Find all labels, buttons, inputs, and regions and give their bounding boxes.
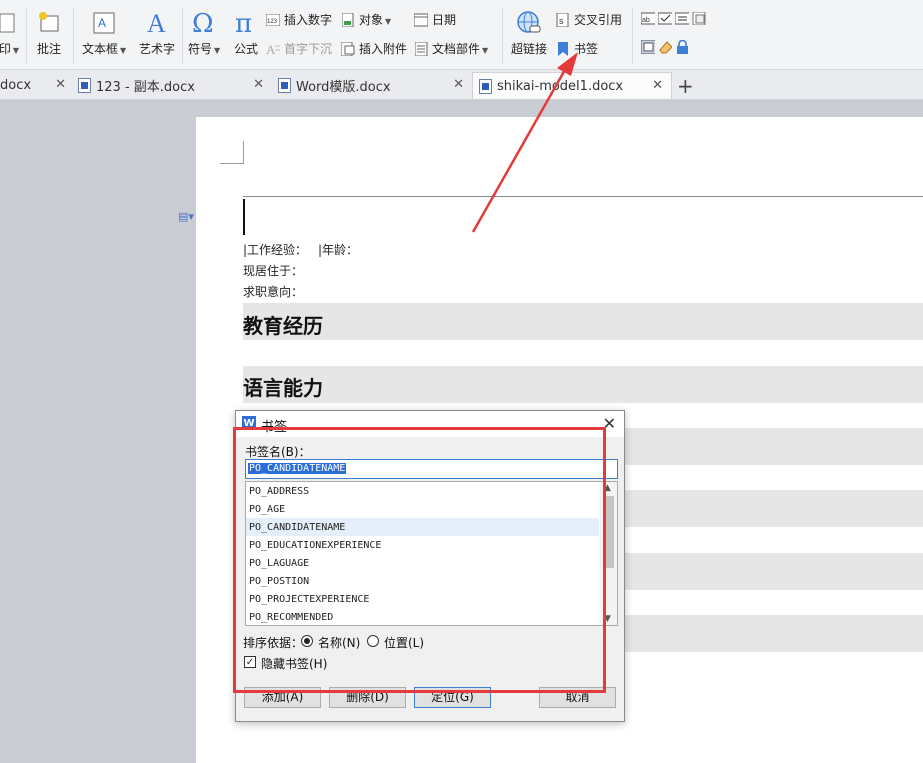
omega-icon: Ω (191, 8, 217, 36)
textbox-icon: A (91, 10, 117, 36)
section-band (243, 366, 923, 403)
doc-parts-icon (414, 41, 428, 56)
field-work-experience[interactable]: |工作经验： (243, 241, 307, 258)
new-tab-icon[interactable]: + (677, 74, 694, 98)
header-rule (243, 196, 923, 197)
form-shading-icon[interactable] (641, 40, 655, 54)
margin-corner (220, 163, 243, 164)
eraser-icon[interactable] (658, 40, 672, 54)
lock-icon[interactable] (675, 40, 689, 54)
word-doc-icon (278, 78, 291, 93)
calendar-icon (414, 13, 428, 27)
form-controls-row: ab (641, 11, 706, 25)
print-button-partial[interactable]: 印 ▼ (0, 10, 22, 57)
paragraph-handle-icon[interactable]: ▤▾ (178, 210, 194, 223)
separator (502, 8, 503, 64)
svg-text:123: 123 (267, 19, 278, 25)
wordart-button[interactable]: A 艺术字 (139, 8, 175, 57)
date-button[interactable]: 日期 (414, 11, 456, 28)
print-icon (0, 10, 22, 36)
ribbon-toolbar: 印 ▼ 批注 A 文本框 ▼ A 艺术字 Ω 符号 ▼ π 公式 123 插入数字 (0, 0, 923, 70)
form-tools-row (641, 40, 689, 54)
globe-link-icon (516, 10, 542, 36)
word-doc-icon (78, 78, 91, 93)
checkbox-field-icon[interactable] (658, 11, 672, 25)
annotation-highlight-box (233, 427, 606, 693)
bookmark-icon (556, 41, 570, 56)
attachment-icon (341, 41, 355, 56)
pi-icon: π (233, 8, 259, 36)
separator (73, 8, 74, 64)
field-age[interactable]: |年龄： (318, 241, 358, 258)
form-options-icon[interactable] (692, 11, 706, 25)
svg-text:s: s (559, 16, 564, 26)
drop-cap-icon: A (266, 42, 280, 56)
tab-docx[interactable]: docx ✕ (0, 72, 74, 99)
svg-text:ab: ab (642, 17, 650, 24)
wordart-icon: A (144, 8, 170, 36)
svg-text:A: A (266, 42, 276, 56)
margin-corner (243, 141, 244, 164)
close-icon[interactable]: ✕ (453, 77, 464, 92)
svg-text:π: π (235, 9, 252, 36)
close-icon[interactable]: ✕ (652, 78, 663, 93)
close-icon[interactable]: ✕ (55, 77, 66, 92)
bookmark-button[interactable]: 书签 (556, 40, 598, 57)
heading-education[interactable]: 教育经历 (243, 310, 323, 339)
dropdown-field-icon[interactable] (675, 11, 689, 25)
comment-button[interactable]: 批注 (36, 10, 62, 57)
field-job-intention[interactable]: 求职意向： (243, 283, 303, 300)
svg-text:Ω: Ω (192, 9, 214, 36)
object-button[interactable]: 对象 ▼ (341, 11, 391, 28)
symbol-button[interactable]: Ω 符号 ▼ (188, 8, 220, 57)
word-doc-icon (479, 78, 492, 94)
separator (182, 8, 183, 64)
cross-reference-icon: s (556, 12, 570, 27)
drop-cap-button[interactable]: A 首字下沉 (266, 40, 332, 57)
document-tabs: docx ✕ 123 - 副本.docx ✕ Word模版.docx ✕ shi… (0, 70, 923, 100)
doc-parts-button[interactable]: 文档部件 ▼ (414, 40, 488, 57)
tab-word-template[interactable]: Word模版.docx ✕ (272, 72, 472, 99)
textbox-button[interactable]: A 文本框 ▼ (82, 10, 126, 57)
separator (632, 8, 633, 64)
section-band (243, 303, 923, 340)
cross-reference-button[interactable]: s 交叉引用 (556, 11, 622, 28)
field-current-residence[interactable]: 现居住于： (243, 262, 303, 279)
text-field-icon[interactable]: ab (641, 11, 655, 25)
tab-shikai-model1[interactable]: shikai-model1.docx ✕ (472, 72, 672, 99)
insert-attachment-button[interactable]: 插入附件 (341, 40, 407, 57)
text-cursor (243, 199, 245, 235)
heading-language[interactable]: 语言能力 (243, 372, 323, 401)
close-icon[interactable]: ✕ (253, 77, 264, 92)
object-icon (341, 12, 355, 27)
hyperlink-button[interactable]: 超链接 (511, 10, 547, 57)
insert-number-button[interactable]: 123 插入数字 (266, 11, 332, 28)
number-icon: 123 (266, 13, 280, 27)
tab-123-copy[interactable]: 123 - 副本.docx ✕ (72, 72, 272, 99)
svg-text:A: A (147, 9, 166, 36)
formula-button[interactable]: π 公式 (233, 8, 259, 57)
svg-text:A: A (98, 16, 106, 30)
separator (26, 8, 27, 64)
comment-icon (36, 10, 62, 36)
